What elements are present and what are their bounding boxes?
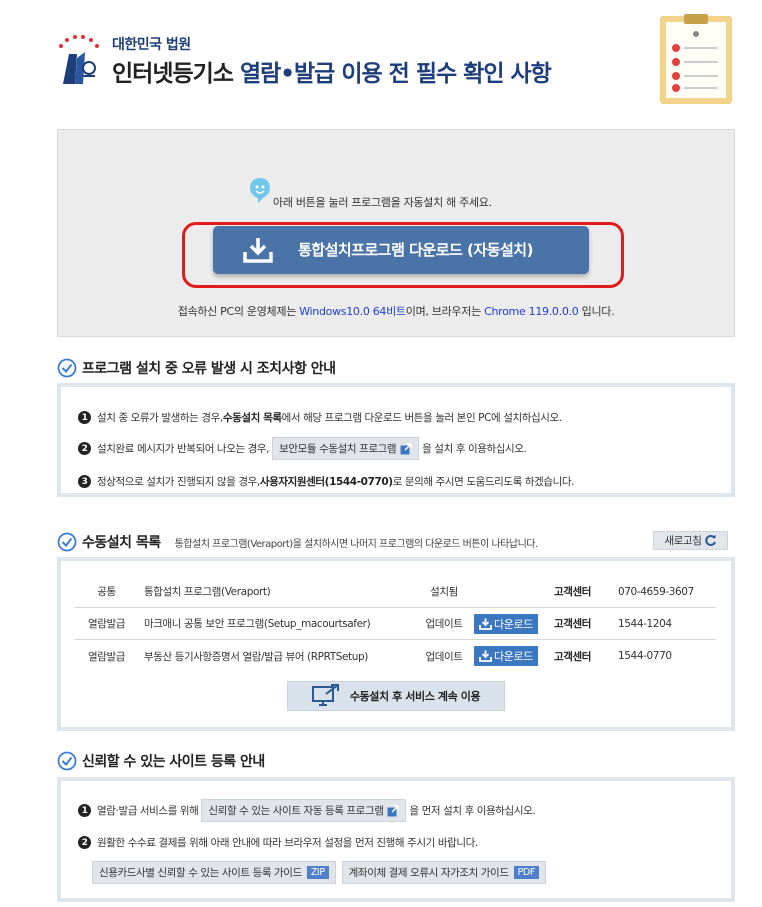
trust-section-title: 신뢰할 수 있는 사이트 등록 안내	[57, 751, 265, 771]
download-icon	[479, 650, 492, 662]
manual-section-subtitle: 통합설치 프로그램(Veraport)을 설치하시면 나머지 프로그램의 다운로…	[174, 538, 539, 550]
integrated-download-label: 통합설치프로그램 다운로드 (자동설치)	[298, 241, 533, 259]
row-phone: 1544-1204	[618, 617, 672, 630]
error-item-text: 설치완료 메시지가 반복되어 나오는 경우,	[97, 443, 270, 455]
integrated-download-button[interactable]: 통합설치프로그램 다운로드 (자동설치)	[213, 226, 589, 274]
refresh-label: 새로고침	[664, 535, 702, 547]
error-section-title: 프로그램 설치 중 오류 발생 시 조치사항 안내	[57, 358, 336, 378]
page-title-highlight: 열람•발급 이용 전 필수 확인 사항	[239, 61, 552, 87]
page-header: 대한민국 법원 인터넷등기소 열람•발급 이용 전 필수 확인 사항	[0, 0, 762, 120]
step-number: 3	[78, 475, 91, 488]
error-item-text: 정상적으로 설치가 진행되지 않을 경우,	[97, 476, 260, 488]
error-section-heading: 프로그램 설치 중 오류 발생 시 조치사항 안내	[82, 361, 336, 377]
smile-icon	[248, 176, 272, 208]
os-value: Windows10.0 64비트	[299, 305, 406, 318]
env-suffix: 입니다.	[578, 305, 615, 318]
step-number: 2	[78, 836, 91, 849]
trusted-site-register-button[interactable]: 신뢰할 수 있는 사이트 자동 등록 프로그램	[201, 799, 407, 822]
trust-guide-panel: 1 열람·발급 서비스를 위해 신뢰할 수 있는 사이트 자동 등록 프로그램 …	[57, 777, 735, 902]
error-item-text: 에서 해당 프로그램 다운로드 버튼을 눌러 본인 PC에 설치하십시오.	[281, 412, 562, 424]
manual-section-title: 수동설치 목록 통합설치 프로그램(Veraport)을 설치하시면 나머지 프…	[57, 532, 538, 552]
check-circle-icon	[57, 358, 77, 378]
row-download-cell: 다운로드	[474, 646, 554, 666]
row-phone: 1544-0770	[618, 650, 672, 662]
environment-info: 접속하신 PC의 운영체제는 Windows10.0 64비트이며, 브라우저는…	[58, 303, 734, 319]
download-label: 다운로드	[494, 617, 533, 631]
step-number: 1	[78, 411, 91, 424]
manual-list-emphasis: 수동설치 목록	[222, 412, 282, 424]
table-row: 열람발급 마크애니 공통 보안 프로그램(Setup_macourtsafer)…	[74, 608, 716, 640]
row-download-cell: 다운로드	[474, 613, 554, 634]
error-guide-panel: 1 설치 중 오류가 발생하는 경우, 수동설치 목록 에서 해당 프로그램 다…	[57, 383, 735, 497]
court-name: 대한민국 법원	[112, 37, 191, 53]
guide-buttons: 신용카드사별 신뢰할 수 있는 사이트 등록 가이드 ZIP 계좌이체 결제 오…	[89, 861, 549, 884]
row-center-label: 고객센터	[554, 618, 592, 630]
error-item-3: 3 정상적으로 설치가 진행되지 않을 경우, 사용자지원센터(1544-077…	[78, 474, 574, 489]
refresh-button[interactable]: 새로고침	[653, 531, 728, 550]
trust-item-text: 열람·발급 서비스를 위해	[97, 805, 199, 817]
env-prefix: 접속하신 PC의 운영체제는	[177, 305, 300, 318]
row-status: 업데이트	[425, 650, 463, 663]
error-item-text: 설치 중 오류가 발생하는 경우,	[97, 412, 223, 424]
zip-badge: ZIP	[306, 866, 329, 879]
refresh-icon	[704, 534, 716, 546]
card-guide-label: 신용카드사별 신뢰할 수 있는 사이트 등록 가이드	[99, 867, 302, 879]
row-status: 설치됨	[430, 586, 458, 598]
download-label: 다운로드	[494, 650, 533, 663]
row-status: 업데이트	[425, 618, 463, 630]
trusted-site-register-label: 신뢰할 수 있는 사이트 자동 등록 프로그램	[208, 805, 384, 817]
row-program-name: 부동산 등기사항증명서 열람/발급 뷰어 (RPRTSetup)	[144, 650, 368, 663]
continue-service-button[interactable]: 수동설치 후 서비스 계속 이용	[287, 681, 505, 711]
table-row: 공통 통합설치 프로그램(Veraport) 설치됨 고객센터 070-4659…	[74, 576, 716, 608]
trust-item-text: 을 먼저 설치 후 이용하십시오.	[409, 805, 536, 817]
court-logo-icon	[55, 32, 107, 88]
error-item-1: 1 설치 중 오류가 발생하는 경우, 수동설치 목록 에서 해당 프로그램 다…	[78, 410, 562, 425]
trust-item-2: 2 원활한 수수료 결제를 위해 아래 안내에 따라 브라우저 설정을 먼저 진…	[78, 835, 478, 850]
checklist-clipboard-icon	[658, 12, 734, 106]
external-link-icon	[400, 442, 412, 454]
external-link-icon	[387, 804, 400, 816]
card-trusted-site-guide-button[interactable]: 신용카드사별 신뢰할 수 있는 사이트 등록 가이드 ZIP	[92, 861, 336, 884]
page-title-prefix: 인터넷등기소	[112, 61, 234, 87]
trust-section-heading: 신뢰할 수 있는 사이트 등록 안내	[82, 754, 265, 770]
row-category: 열람발급	[87, 650, 126, 663]
pdf-badge: PDF	[513, 866, 539, 879]
download-button[interactable]: 다운로드	[474, 646, 538, 666]
transfer-error-guide-button[interactable]: 계좌이체 결제 오류시 자가조치 가이드 PDF	[341, 861, 546, 884]
check-circle-icon	[57, 751, 77, 771]
auto-install-box: 아래 버튼을 눌러 프로그램을 자동설치 해 주세요. 통합설치프로그램 다운로…	[57, 129, 735, 337]
browser-value: Chrome 119.0.0.0	[484, 305, 579, 318]
error-item-text: 로 문의해 주시면 도움드리도록 하겠습니다.	[392, 476, 575, 488]
row-center-label: 고객센터	[554, 650, 592, 663]
error-item-2: 2 설치완료 메시지가 반복되어 나오는 경우, 보안모듈 수동설치 프로그램 …	[78, 437, 527, 460]
trust-item-1: 1 열람·발급 서비스를 위해 신뢰할 수 있는 사이트 자동 등록 프로그램 …	[78, 799, 536, 822]
row-program-name: 마크애니 공통 보안 프로그램(Setup_macourtsafer)	[144, 618, 371, 630]
monitor-link-icon	[311, 684, 339, 706]
install-message: 아래 버튼을 눌러 프로그램을 자동설치 해 주세요.	[273, 196, 492, 209]
transfer-guide-label: 계좌이체 결제 오류시 자가조치 가이드	[348, 867, 509, 879]
table-row: 열람발급 부동산 등기사항증명서 열람/발급 뷰어 (RPRTSetup) 업데…	[74, 640, 716, 672]
page-title: 인터넷등기소 열람•발급 이용 전 필수 확인 사항	[112, 54, 552, 88]
manual-section-heading: 수동설치 목록	[82, 535, 161, 551]
support-center-emphasis: 사용자지원센터(1544-0770)	[259, 476, 393, 488]
security-module-manual-install-button[interactable]: 보안모듈 수동설치 프로그램	[272, 437, 420, 460]
continue-service-label: 수동설치 후 서비스 계속 이용	[349, 690, 481, 703]
download-icon	[243, 237, 273, 267]
row-phone: 070-4659-3607	[618, 585, 694, 598]
row-program-name: 통합설치 프로그램(Veraport)	[144, 586, 271, 598]
step-number: 1	[78, 804, 91, 817]
error-item-text: 을 설치 후 이용하십시오.	[422, 443, 527, 455]
check-circle-icon	[57, 532, 77, 552]
download-button[interactable]: 다운로드	[474, 613, 538, 634]
trust-item-text: 원활한 수수료 결제를 위해 아래 안내에 따라 브라우저 설정을 먼저 진행해…	[97, 837, 478, 849]
env-mid: 이며, 브라우저는	[405, 305, 485, 318]
row-category: 열람발급	[87, 618, 126, 630]
security-module-label: 보안모듈 수동설치 프로그램	[279, 443, 397, 455]
step-number: 2	[78, 442, 91, 455]
row-category: 공통	[97, 586, 116, 598]
download-icon	[479, 618, 492, 630]
row-center-label: 고객센터	[554, 586, 592, 598]
